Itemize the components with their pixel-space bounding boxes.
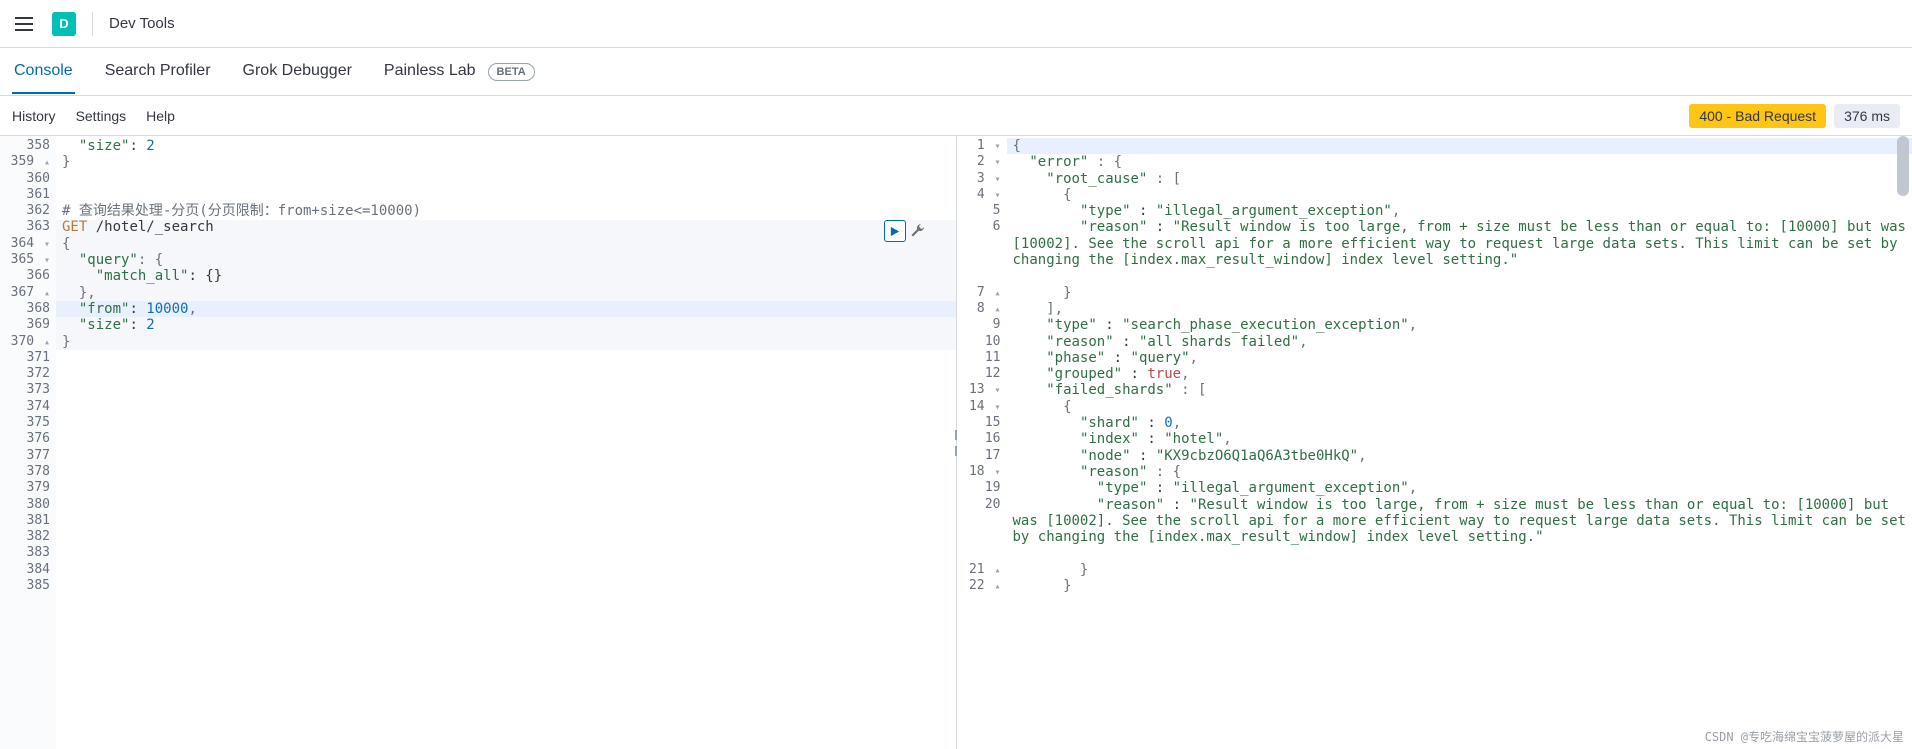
response-scrollbar[interactable] <box>1896 136 1910 749</box>
tab-painless-lab[interactable]: Painless Lab <box>382 50 478 94</box>
tab-console[interactable]: Console <box>12 50 75 94</box>
app-header: D Dev Tools <box>0 0 1912 48</box>
tab-bar: Console Search Profiler Grok Debugger Pa… <box>0 48 1912 96</box>
status-badge: 400 - Bad Request <box>1689 104 1826 128</box>
header-divider <box>92 12 93 36</box>
response-code: { "error" : { "root_cause" : [ { "type" … <box>1007 136 1912 749</box>
hamburger-menu-icon[interactable] <box>12 12 36 36</box>
app-title: Dev Tools <box>109 15 175 32</box>
wrench-icon[interactable] <box>910 223 926 239</box>
editor-panes: 358359 ▴360361362363364 ▾365 ▾366367 ▴36… <box>0 136 1912 749</box>
console-toolbar: History Settings Help 400 - Bad Request … <box>0 96 1912 136</box>
request-code[interactable]: "size": 2}# 查询结果处理-分页(分页限制：from+size<=10… <box>56 136 956 749</box>
request-editor[interactable]: 358359 ▴360361362363364 ▾365 ▾366367 ▴36… <box>0 136 957 749</box>
response-gutter: 1 ▾2 ▾3 ▾4 ▾567 ▴8 ▴910111213 ▾14 ▾15161… <box>957 136 1007 749</box>
toolbar-help[interactable]: Help <box>146 108 175 124</box>
beta-badge: BETA <box>488 63 535 81</box>
request-actions <box>884 220 926 242</box>
tab-search-profiler[interactable]: Search Profiler <box>103 50 213 94</box>
play-icon <box>889 226 900 237</box>
response-time: 376 ms <box>1834 104 1900 128</box>
response-viewer[interactable]: 1 ▾2 ▾3 ▾4 ▾567 ▴8 ▴910111213 ▾14 ▾15161… <box>957 136 1912 749</box>
watermark: CSDN @专吃海绵宝宝菠萝屋的派大星 <box>1705 728 1904 745</box>
response-scrollbar-thumb[interactable] <box>1897 136 1909 196</box>
request-gutter: 358359 ▴360361362363364 ▾365 ▾366367 ▴36… <box>0 136 56 749</box>
app-badge[interactable]: D <box>52 12 76 36</box>
toolbar-history[interactable]: History <box>12 108 56 124</box>
toolbar-settings[interactable]: Settings <box>76 108 127 124</box>
tab-grok-debugger[interactable]: Grok Debugger <box>241 50 354 94</box>
send-request-button[interactable] <box>884 220 906 242</box>
